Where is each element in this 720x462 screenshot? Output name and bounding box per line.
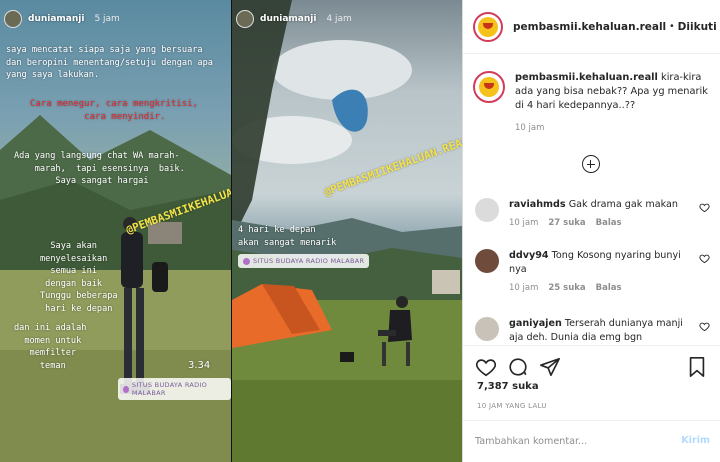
story-2-text-main: 4 hari ke depan akan sangat menarik (238, 225, 337, 248)
post-header: pembasmii.kehaluan.reall • Diikuti (463, 0, 720, 54)
story-2-location-sticker[interactable]: SITUS BUDAYA RADIO MALABAR (238, 254, 370, 268)
story-2-header: duniamanji 4 jam (236, 10, 352, 28)
post-caption: pembasmii.kehaluan.reall kira-kira ada y… (473, 71, 710, 133)
story-1-timestamp-overlay: 3.34 (188, 360, 211, 371)
story-2-username[interactable]: duniamanji (260, 14, 316, 24)
comment-likes[interactable]: 25 suka (548, 283, 585, 293)
story-2-avatar[interactable] (236, 10, 254, 28)
comment-likes[interactable]: 27 suka (548, 218, 585, 228)
load-more-comments-icon[interactable] (582, 155, 600, 173)
comment-like-heart-icon[interactable] (699, 321, 710, 332)
like-heart-icon[interactable] (475, 356, 497, 378)
story-1-location-label: SITUS BUDAYA RADIO MALABAR (131, 381, 208, 397)
caption-author-avatar[interactable] (473, 71, 505, 103)
comment-like-heart-icon[interactable] (699, 253, 710, 264)
story-panel-2[interactable]: duniamanji 4 jam @PEMBASMIIKEHALUAN.REAL… (232, 0, 462, 462)
comment-item: ganiyajen Terserah dunianya manji aja de… (475, 317, 710, 345)
story-1-time: 5 jam (94, 14, 120, 24)
comment-avatar[interactable] (475, 249, 499, 273)
post-date: 10 JAM YANG LALU (477, 402, 547, 410)
story-2-location-label: SITUS BUDAYA RADIO MALABAR (253, 257, 365, 265)
story-1-location-sticker[interactable]: SITUS BUDAYA RADIO MALABAR (118, 378, 231, 400)
like-count[interactable]: 7,387 suka (477, 381, 539, 392)
comment-reply-button[interactable]: Balas (596, 283, 622, 293)
comment-time: 10 jam (509, 218, 539, 228)
comment-reply-button[interactable]: Balas (596, 218, 622, 228)
comment-time: 10 jam (509, 283, 539, 293)
story-1-avatar[interactable] (4, 10, 22, 28)
story-1-username[interactable]: duniamanji (28, 14, 84, 24)
caption-username[interactable]: pembasmii.kehaluan.reall (515, 72, 658, 83)
comment-username[interactable]: raviahmds (509, 199, 566, 210)
comment-text: Gak drama gak makan (568, 199, 678, 210)
following-button[interactable]: Diikuti (678, 21, 717, 33)
story-2-time: 4 jam (326, 14, 352, 24)
comment-input[interactable] (475, 431, 665, 451)
comment-username[interactable]: ddvy94 (509, 250, 549, 261)
comment-item: ddvy94 Tong Kosong nyaring bunyi nya 10 … (475, 249, 710, 293)
story-1-text-middle: Ada yang langsung chat WA marah- marah, … (14, 151, 185, 186)
post-author-username[interactable]: pembasmii.kehaluan.reall (513, 21, 666, 33)
story-1-header: duniamanji 5 jam (4, 10, 120, 28)
story-1-text-intro: saya mencatat siapa saja yang bersuara d… (6, 45, 213, 80)
share-send-icon[interactable] (539, 356, 561, 378)
location-pin-icon (243, 257, 250, 265)
post-author-avatar[interactable] (473, 11, 503, 42)
comment-avatar[interactable] (475, 317, 499, 341)
post-actions-bar (463, 345, 720, 385)
location-pin-icon (123, 385, 129, 393)
story-panel-1[interactable]: duniamanji 5 jam saya mencatat siapa saj… (0, 0, 231, 462)
add-comment-bar: Kirim (463, 420, 720, 462)
caption-text: pembasmii.kehaluan.reall kira-kira ada y… (515, 71, 710, 113)
caption-time: 10 jam (515, 123, 545, 133)
post-comment-button[interactable]: Kirim (681, 435, 710, 446)
comment-username[interactable]: ganiyajen (509, 318, 562, 329)
post-detail-pane: pembasmii.kehaluan.reall • Diikuti pemba… (463, 0, 720, 462)
header-separator-dot: • (670, 21, 674, 32)
comment-like-heart-icon[interactable] (699, 202, 710, 213)
save-bookmark-icon[interactable] (686, 356, 708, 378)
story-1-text-red: Cara menegur, cara mengkritisi, cara men… (30, 99, 198, 122)
story-1-text-bottom: dan ini adalah momen untuk memfilter tem… (14, 323, 87, 371)
comments-list[interactable]: pembasmii.kehaluan.reall kira-kira ada y… (463, 55, 720, 345)
comment-item: raviahmds Gak drama gak makan 10 jam 27 … (475, 198, 710, 228)
comment-avatar[interactable] (475, 198, 499, 222)
comment-bubble-icon[interactable] (507, 356, 529, 378)
story-1-text-lower: Saya akan menyelesaikan semua ini dengan… (40, 241, 118, 314)
